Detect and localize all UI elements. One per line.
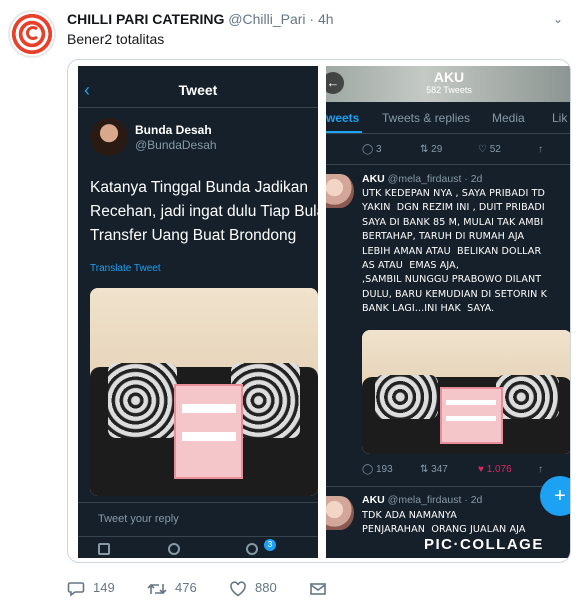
- tweet-avatar: [326, 174, 354, 208]
- money-on-sofa-photo: [362, 330, 570, 454]
- tab-media: Media: [492, 111, 525, 125]
- reply-count: ◯ 193: [362, 464, 393, 475]
- quoted-tweet-body: Katanya Tinggal Bunda Jadikan Recehan, j…: [90, 176, 318, 248]
- money-on-sofa-photo: [90, 288, 318, 496]
- tab-likes: Lik: [552, 111, 568, 125]
- tweet-header: CHILLI PARI CATERING @Chilli_Pari · 4h: [67, 11, 334, 27]
- logo-swirl-icon: [26, 26, 40, 40]
- message-button[interactable]: [309, 580, 335, 597]
- profile-title: AKU: [433, 69, 465, 85]
- like-count: ♡ 52: [478, 144, 501, 155]
- notifications-icon: [246, 543, 258, 555]
- reply-button[interactable]: 149: [67, 580, 115, 597]
- tweet-author: AKU: [362, 494, 385, 506]
- retweet-count: ⇅ 29: [420, 144, 443, 155]
- reply-count: 149: [93, 580, 115, 595]
- top-bar: ‹ Tweet: [78, 72, 318, 108]
- body-line: Katanya Tinggal Bunda Jadikan: [90, 179, 309, 196]
- retweet-count: ⇅ 347: [420, 464, 448, 475]
- tweet-text: Bener2 totalitas: [67, 31, 165, 47]
- tweet-handle: @mela_firdaust · 2d: [387, 494, 483, 506]
- search-icon: [168, 543, 180, 555]
- heart-icon: [230, 580, 246, 597]
- tab-tweets-replies: Tweets & replies: [382, 111, 471, 125]
- profile-tabs: weets Tweets & replies Media Lik: [326, 102, 570, 134]
- tweet-actions-bar: 149 476 880: [67, 578, 347, 598]
- screenshot-right: ← AKU 582 Tweets weets Tweets & replies …: [326, 66, 570, 558]
- share-icon: ↑: [538, 464, 543, 475]
- home-icon: [98, 543, 110, 555]
- pic-collage-watermark: PIC·COLLAGE: [424, 536, 544, 553]
- tweet-body: TDK ADA NAMANYA PENJARAHAN ORANG JUALAN A…: [362, 510, 526, 536]
- like-count: ♥ 1.076: [478, 464, 512, 475]
- tweet-header: AKU @mela_firdaust · 2d: [362, 173, 482, 185]
- like-button[interactable]: 880: [229, 580, 277, 597]
- user-avatar: [90, 118, 128, 156]
- reply-field: Tweet your reply: [78, 502, 318, 536]
- share-icon: ↑: [538, 144, 543, 155]
- profile-banner: ← AKU 582 Tweets: [326, 66, 570, 102]
- user-handle: @BundaDesah: [135, 138, 217, 152]
- display-name[interactable]: CHILLI PARI CATERING: [67, 11, 224, 27]
- reply-count: ◯ 3: [362, 144, 382, 155]
- active-tab-indicator: [326, 131, 362, 133]
- body-line: Transfer Uang Buat Brondong: [90, 227, 297, 244]
- retweet-button[interactable]: 476: [147, 580, 197, 597]
- prev-tweet-actions: ◯ 3 ⇅ 29 ♡ 52 ↑: [362, 144, 570, 160]
- retweet-icon: [147, 583, 167, 594]
- chevron-down-icon[interactable]: ⌄: [553, 12, 563, 26]
- like-count: 880: [255, 580, 277, 595]
- money-stack: [439, 387, 503, 445]
- bottom-nav: 3: [78, 536, 318, 558]
- tab-tweets: weets: [326, 111, 360, 125]
- user-name: Bunda Desah: [135, 123, 212, 137]
- notification-badge: 3: [264, 539, 276, 551]
- handle[interactable]: @Chilli_Pari: [228, 11, 305, 27]
- tweet-body: UTK KEDEPAN NYA , SAYA PRIBADI TD YAKIN D…: [362, 188, 547, 315]
- screenshot-left: ‹ Tweet Bunda Desah @BundaDesah Katanya …: [78, 66, 318, 558]
- profile-avatar[interactable]: [8, 10, 56, 58]
- retweet-count: 476: [175, 580, 197, 595]
- tweet-header: AKU @mela_firdaust · 2d: [362, 494, 482, 506]
- tweet-avatar: [326, 496, 354, 530]
- tweet-actions: ◯ 193 ⇅ 347 ♥ 1.076 ↑: [362, 464, 570, 480]
- tweet-count: 582 Tweets: [426, 85, 472, 95]
- tweet-author: AKU: [362, 173, 385, 185]
- reply-icon: [67, 581, 85, 597]
- translate-link: Translate Tweet: [90, 263, 161, 274]
- money-stack: [174, 383, 243, 480]
- tweet-media[interactable]: ‹ Tweet Bunda Desah @BundaDesah Katanya …: [67, 59, 571, 563]
- body-line: Recehan, jadi ingat dulu Tiap Bulan: [90, 203, 318, 220]
- screen-title: Tweet: [178, 82, 218, 98]
- tweet-handle: @mela_firdaust · 2d: [387, 173, 483, 185]
- timestamp[interactable]: · 4h: [309, 11, 333, 27]
- mail-icon: [310, 582, 326, 595]
